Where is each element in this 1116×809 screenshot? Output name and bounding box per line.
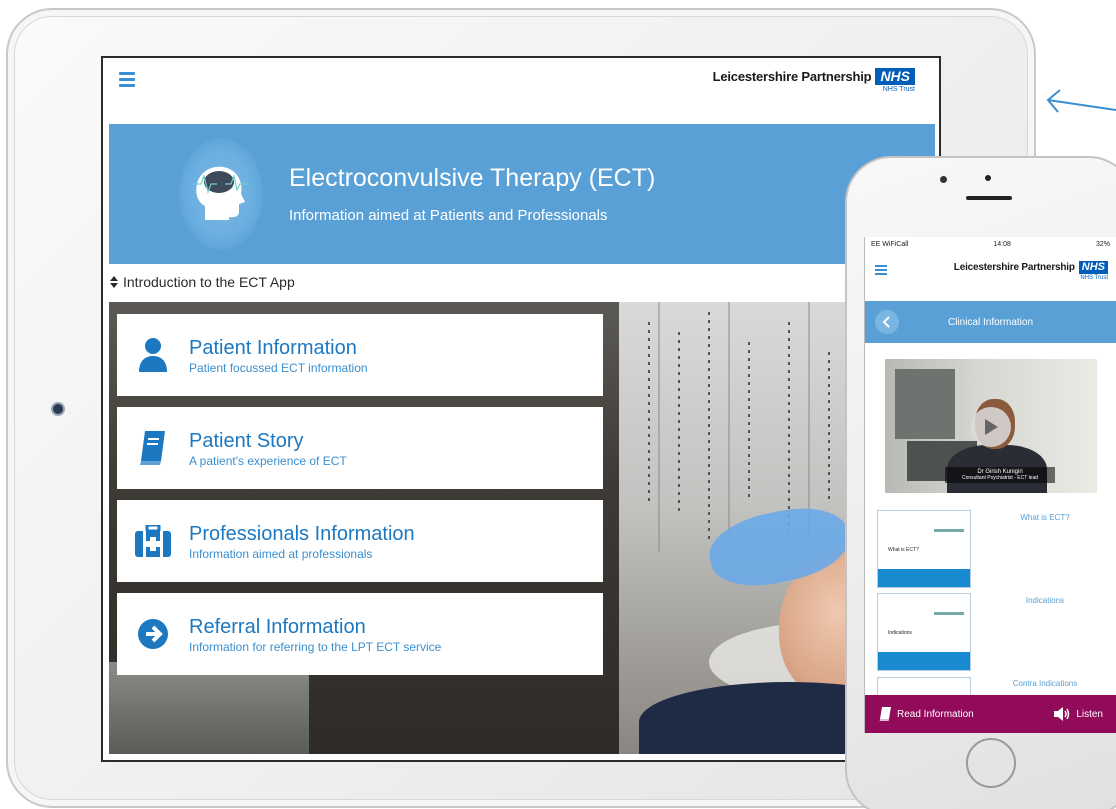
intro-dropdown[interactable]: Introduction to the ECT App	[109, 266, 295, 298]
title-banner: Electroconvulsive Therapy (ECT) Informat…	[109, 124, 935, 264]
document-link[interactable]: What is ECT?	[985, 513, 1105, 522]
phone-header: Leicestershire Partnership NHS NHS Trust	[865, 251, 1116, 301]
tablet-header: Leicestershire Partnership NHS NHS Trust	[103, 58, 939, 124]
video-player[interactable]: Dr Girish Kunigiri Consultant Psychiatri…	[885, 359, 1097, 493]
phone-sensor	[985, 175, 991, 181]
listen-label: Listen	[1076, 708, 1103, 720]
menu-icon[interactable]	[875, 265, 887, 277]
carrier-label: EE WiFiCall	[871, 240, 909, 248]
title-bar: Clinical Information	[865, 301, 1116, 343]
card-subtitle: A patient's experience of ECT	[189, 453, 347, 468]
thumbnail-text: Indications	[888, 630, 912, 636]
menu-icon[interactable]	[119, 72, 135, 87]
nhs-badge: NHS	[1078, 261, 1108, 274]
thumbnail-text: What is ECT?	[888, 547, 919, 553]
intro-label: Introduction to the ECT App	[123, 274, 295, 290]
head-brain-icon	[179, 138, 263, 250]
card-title: Professionals Information	[189, 522, 415, 545]
listen-button[interactable]: Listen	[1054, 707, 1103, 721]
pointer-arrow-icon	[1046, 89, 1116, 113]
book-icon	[140, 431, 165, 465]
professionals-information-card[interactable]: Professionals Information Information ai…	[117, 500, 603, 582]
document-thumbnail[interactable]: What is ECT?	[877, 510, 971, 588]
patient-story-card[interactable]: Patient Story A patient's experience of …	[117, 407, 603, 489]
page-title: Electroconvulsive Therapy (ECT)	[289, 164, 656, 192]
speaker-role: Consultant Psychiatrist - ECT lead	[961, 475, 1039, 481]
document-link[interactable]: Indications	[985, 596, 1105, 605]
patient-information-card[interactable]: Patient Information Patient focussed ECT…	[117, 314, 603, 396]
card-title: Patient Story	[189, 429, 304, 452]
tablet-screen: Leicestershire Partnership NHS NHS Trust…	[101, 56, 941, 762]
speaker-icon	[1054, 707, 1070, 721]
document-link[interactable]: Contra Indications	[985, 679, 1105, 688]
status-bar: EE WiFiCall 14:08 32%	[865, 237, 1116, 251]
card-title: Referral Information	[189, 615, 366, 638]
document-thumbnail[interactable]: Indications	[877, 593, 971, 671]
trust-label: NHS Trust	[882, 86, 915, 93]
read-information-button[interactable]: Read Information	[879, 707, 974, 721]
nhs-logo: Leicestershire Partnership NHS NHS Trust	[954, 261, 1108, 281]
play-icon	[985, 419, 998, 435]
org-name: Leicestershire Partnership	[712, 69, 872, 84]
play-button[interactable]	[971, 407, 1011, 447]
home-button[interactable]	[966, 738, 1016, 788]
read-information-label: Read Information	[897, 708, 974, 720]
arrow-circle-icon	[138, 619, 168, 649]
card-subtitle: Information for referring to the LPT ECT…	[189, 639, 442, 654]
battery-label: 32%	[1095, 240, 1110, 248]
phone-footer: Read Information Listen	[865, 695, 1116, 733]
page-subtitle: Information aimed at Patients and Profes…	[289, 207, 608, 224]
video-caption: Dr Girish Kunigiri Consultant Psychiatri…	[945, 467, 1055, 483]
phone-camera	[940, 176, 947, 183]
phone-screen: EE WiFiCall 14:08 32% Leicestershire Par…	[864, 237, 1116, 733]
background-photo: Patient Information Patient focussed ECT…	[109, 302, 935, 754]
nhs-logo: Leicestershire Partnership NHS NHS Trust	[713, 68, 915, 93]
chevron-left-icon	[882, 316, 890, 328]
person-icon	[139, 338, 167, 372]
nhs-badge: NHS	[875, 68, 915, 85]
card-title: Patient Information	[189, 336, 357, 359]
screen-title: Clinical Information	[947, 316, 1034, 328]
card-subtitle: Information aimed at professionals	[189, 546, 373, 561]
card-subtitle: Patient focussed ECT information	[189, 360, 368, 375]
book-icon	[879, 707, 891, 721]
org-name: Leicestershire Partnership	[953, 262, 1075, 273]
phone-speaker	[966, 196, 1012, 200]
trust-label: NHS Trust	[1080, 275, 1108, 281]
sort-arrows-icon	[110, 276, 118, 288]
medical-kit-icon	[135, 525, 171, 557]
back-button[interactable]	[875, 310, 899, 334]
referral-information-card[interactable]: Referral Information Information for ref…	[117, 593, 603, 675]
tablet-camera	[53, 404, 63, 414]
clock: 14:08	[993, 240, 1011, 248]
